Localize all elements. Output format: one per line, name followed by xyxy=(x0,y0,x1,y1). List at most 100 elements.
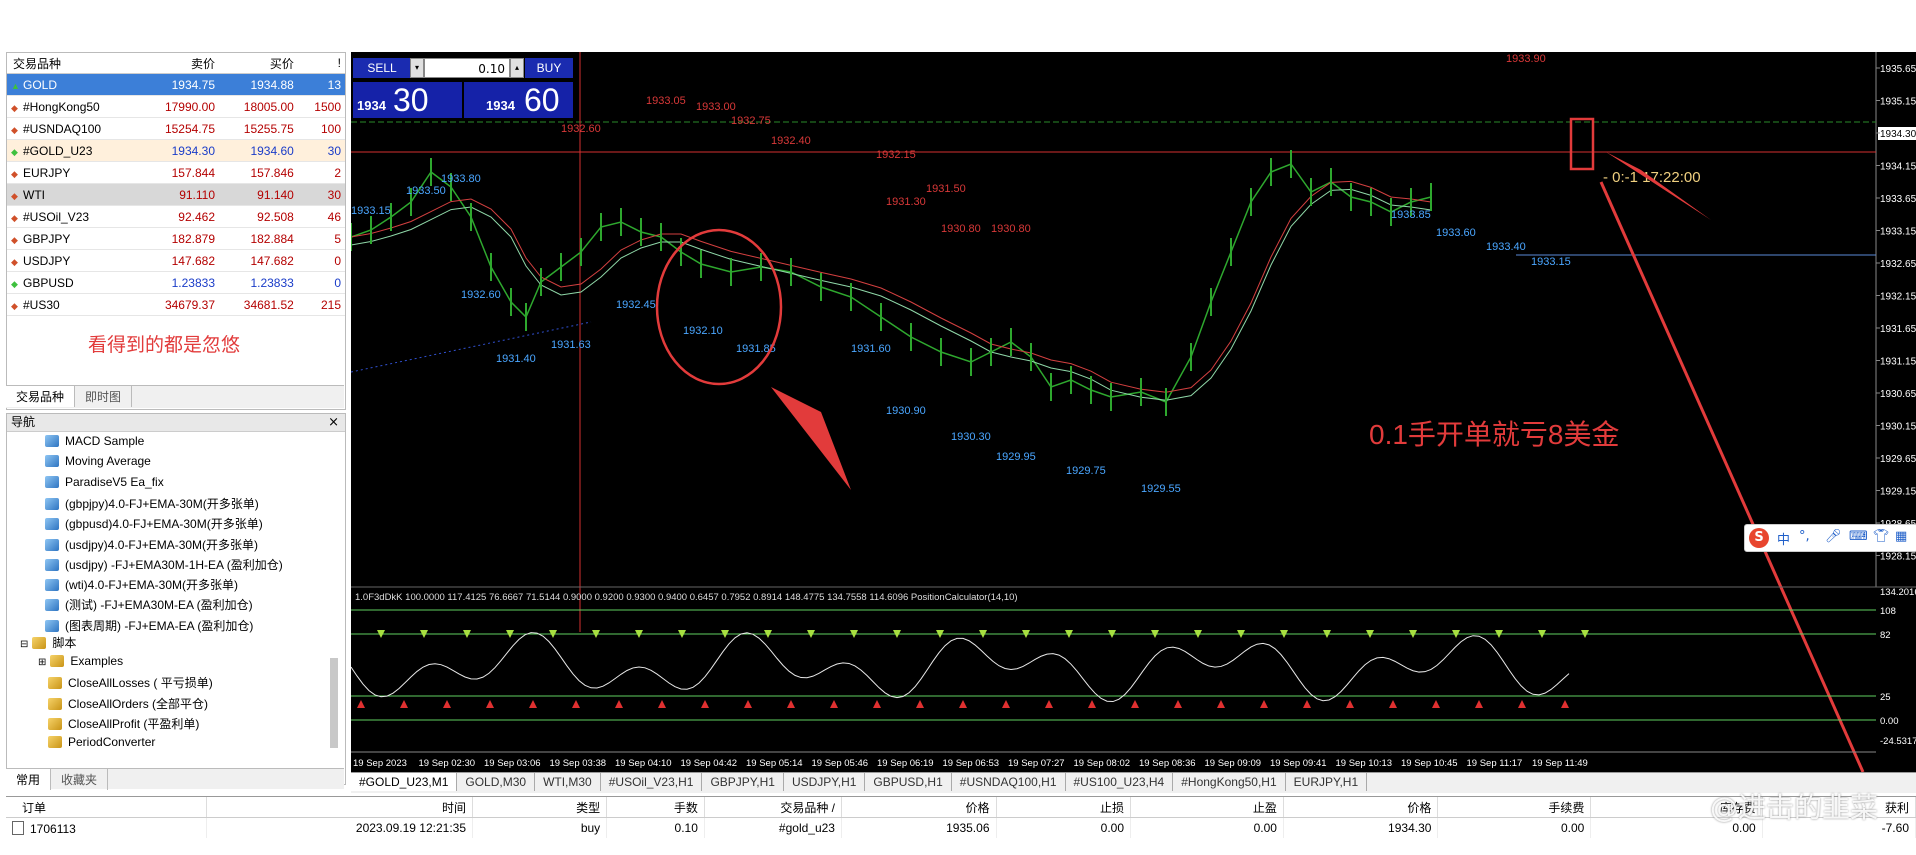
navigator-ea-item[interactable]: (图表周期) -FJ+EMA-EA (盈利加仓) xyxy=(45,617,253,634)
loss-annotation: 0.1手开单就亏8美金 xyxy=(1369,419,1620,450)
navigator-script-item[interactable]: PeriodConverter xyxy=(48,735,155,749)
ime-toolbar[interactable]: S 中 °, 🎤︎ ⌨ 👕︎ ▦ xyxy=(1744,524,1916,552)
chart-tab[interactable]: #USOil_V23,H1 xyxy=(601,773,703,791)
chart-tab[interactable]: GBPJPY,H1 xyxy=(702,773,784,791)
price-direction-icon: ◆ xyxy=(11,124,18,135)
orders-col-header[interactable]: 手数 xyxy=(606,797,705,818)
navigator-script-item[interactable]: CloseAllProfit (平盈利单) xyxy=(48,715,199,732)
chart-tab[interactable]: USDJPY,H1 xyxy=(784,773,866,791)
symbol-cell[interactable]: ▲ GOLD xyxy=(7,73,141,96)
market-watch-row[interactable]: ◆ USDJPY 147.682 147.682 0 xyxy=(7,249,345,272)
collapse-icon[interactable]: ⊟ xyxy=(20,639,28,650)
ea-label: (wti)4.0-FJ+EMA-30M(开多张单) xyxy=(65,578,239,593)
tab-favorites[interactable]: 收藏夹 xyxy=(51,769,109,790)
orders-col-header[interactable]: 止盈 xyxy=(1130,797,1284,818)
lot-increase-button[interactable]: ▴ xyxy=(510,58,524,78)
col-ask[interactable]: 买价 xyxy=(219,53,298,74)
symbol-cell[interactable]: ◆ EURJPY xyxy=(7,161,141,184)
symbol-cell[interactable]: ◆ #USNDAQ100 xyxy=(7,117,141,140)
price-annotation-red: 1930.80 xyxy=(991,223,1031,235)
chart-tab[interactable]: #US100_U23,H4 xyxy=(1066,773,1174,791)
orders-col-header[interactable]: 手续费 xyxy=(1437,797,1592,818)
navigator-ea-item[interactable]: (usdjpy) -FJ+EMA30M-1H-EA (盈利加仓) xyxy=(45,556,283,573)
orders-col-header[interactable]: 时间 xyxy=(206,797,474,818)
sell-button[interactable]: SELL xyxy=(353,58,411,78)
buy-quote[interactable]: 1934 60 xyxy=(464,82,573,118)
navigator-script-item[interactable]: ⊞ Examples xyxy=(38,654,123,668)
navigator-ea-item[interactable]: ParadiseV5 Ea_fix xyxy=(45,475,164,489)
order-row[interactable]: 1706113 2023.09.19 12:21:35 buy 0.10 #gold_u… xyxy=(6,817,1916,838)
navigator-ea-item[interactable]: MACD Sample xyxy=(45,434,144,448)
signal-arrow-up xyxy=(615,700,623,708)
navigator-ea-item[interactable]: (gbpusd)4.0-FJ+EMA-30M(开多张单) xyxy=(45,515,263,532)
markup-arrow-circle xyxy=(771,387,851,490)
navigator-scripts-folder[interactable]: ⊟ 脚本 xyxy=(20,634,76,651)
symbol-cell[interactable]: ◆ GBPUSD xyxy=(7,271,141,294)
tab-common[interactable]: 常用 xyxy=(6,769,52,790)
skin-icon[interactable]: 👕︎ xyxy=(1873,529,1890,544)
market-watch-row[interactable]: ▲ GOLD 1934.75 1934.88 13 xyxy=(7,73,345,96)
navigator-scrollbar[interactable] xyxy=(330,658,338,748)
symbol-cell[interactable]: ◆ #GOLD_U23 xyxy=(7,139,141,162)
symbol-cell[interactable]: ◆ WTI xyxy=(7,183,141,206)
price-chart[interactable]: 1935.65 1935.15 1934.30 1934.15 1933.65 1933.… xyxy=(350,52,1916,773)
symbol-cell[interactable]: ◆ #HongKong50 xyxy=(7,95,141,118)
orders-cell: 0.00 xyxy=(996,817,1131,838)
orders-col-header[interactable]: 价格 xyxy=(1283,797,1439,818)
expand-icon[interactable]: ⊞ xyxy=(38,657,46,668)
microphone-icon[interactable]: 🎤︎ xyxy=(1825,529,1842,544)
chart-tab[interactable]: #GOLD_U23,M1 xyxy=(351,773,458,791)
orders-col-header[interactable]: 止损 xyxy=(996,797,1131,818)
market-watch-row[interactable]: ◆ #HongKong50 17990.00 18005.00 1500 xyxy=(7,95,345,118)
sell-quote[interactable]: 1934 30 xyxy=(353,82,462,118)
bid-cell: 34679.37 xyxy=(140,293,219,316)
chart-tab[interactable]: GBPUSD,H1 xyxy=(865,773,952,791)
lot-decrease-button[interactable]: ▾ xyxy=(410,58,424,78)
buy-button[interactable]: BUY xyxy=(525,58,573,78)
col-symbol[interactable]: 交易品种 xyxy=(7,53,141,74)
navigator-ea-item[interactable]: (测试) -FJ+EMA30M-EA (盈利加仓) xyxy=(45,596,253,613)
chart-tab[interactable]: WTI,M30 xyxy=(535,773,601,791)
punctuation-icon[interactable]: °, xyxy=(1799,529,1810,544)
ime-lang[interactable]: 中 xyxy=(1777,529,1790,548)
market-watch-row[interactable]: ◆ #US30 34679.37 34681.52 215 xyxy=(7,293,345,316)
orders-col-header[interactable]: 订单 xyxy=(6,797,207,818)
bid-cell: 1934.75 xyxy=(140,73,219,96)
time-axis-label: 19 Sep 05:46 xyxy=(812,758,869,769)
orders-cell: 1935.06 xyxy=(841,817,997,838)
market-watch-row[interactable]: ◆ GBPUSD 1.23833 1.23833 0 xyxy=(7,271,345,294)
toolbox-icon[interactable]: ▦ xyxy=(1895,529,1907,544)
col-bid[interactable]: 卖价 xyxy=(140,53,219,74)
chart-tab[interactable]: #USNDAQ100,H1 xyxy=(952,773,1066,791)
market-watch-row[interactable]: ◆ EURJPY 157.844 157.846 2 xyxy=(7,161,345,184)
navigator-ea-item[interactable]: (gbpjpy)4.0-FJ+EMA-30M(开多张单) xyxy=(45,495,259,512)
market-watch-row[interactable]: ◆ #USOil_V23 92.462 92.508 46 xyxy=(7,205,345,228)
tab-symbols[interactable]: 交易品种 xyxy=(6,386,76,407)
market-watch-row[interactable]: ◆ #GOLD_U23 1934.30 1934.60 30 xyxy=(7,139,345,162)
orders-col-header[interactable]: 交易品种 / xyxy=(704,797,842,818)
market-watch-row[interactable]: ◆ WTI 91.110 91.140 30 xyxy=(7,183,345,206)
chart-tab[interactable]: EURJPY,H1 xyxy=(1286,773,1368,791)
price-direction-icon: ◆ xyxy=(11,102,18,113)
market-watch-row[interactable]: ◆ GBPJPY 182.879 182.884 5 xyxy=(7,227,345,250)
symbol-cell[interactable]: ◆ #USOil_V23 xyxy=(7,205,141,228)
navigator-ea-item[interactable]: Moving Average xyxy=(45,454,151,468)
close-icon[interactable]: × xyxy=(328,414,339,431)
signal-arrow-up xyxy=(1174,700,1182,708)
symbol-cell[interactable]: ◆ GBPJPY xyxy=(7,227,141,250)
navigator-script-item[interactable]: CloseAllLosses ( 平亏损单) xyxy=(48,674,213,691)
navigator-script-item[interactable]: CloseAllOrders (全部平仓) xyxy=(48,695,208,712)
orders-col-header[interactable]: 类型 xyxy=(472,797,608,818)
navigator-ea-item[interactable]: (usdjpy)4.0-FJ+EMA-30M(开多张单) xyxy=(45,536,258,553)
symbol-cell[interactable]: ◆ USDJPY xyxy=(7,249,141,272)
tab-tick-chart[interactable]: 即时图 xyxy=(75,386,133,407)
chart-tab[interactable]: #HongKong50,H1 xyxy=(1173,773,1286,791)
lot-size-input[interactable]: 0.10 xyxy=(424,58,510,78)
orders-col-header[interactable]: 价格 xyxy=(841,797,997,818)
keyboard-icon[interactable]: ⌨ xyxy=(1849,529,1868,544)
market-watch-row[interactable]: ◆ #USNDAQ100 15254.75 15255.75 100 xyxy=(7,117,345,140)
col-spread[interactable]: ! xyxy=(297,53,345,74)
symbol-cell[interactable]: ◆ #US30 xyxy=(7,293,141,316)
navigator-ea-item[interactable]: (wti)4.0-FJ+EMA-30M(开多张单) xyxy=(45,576,238,593)
chart-tab[interactable]: GOLD,M30 xyxy=(457,773,536,791)
